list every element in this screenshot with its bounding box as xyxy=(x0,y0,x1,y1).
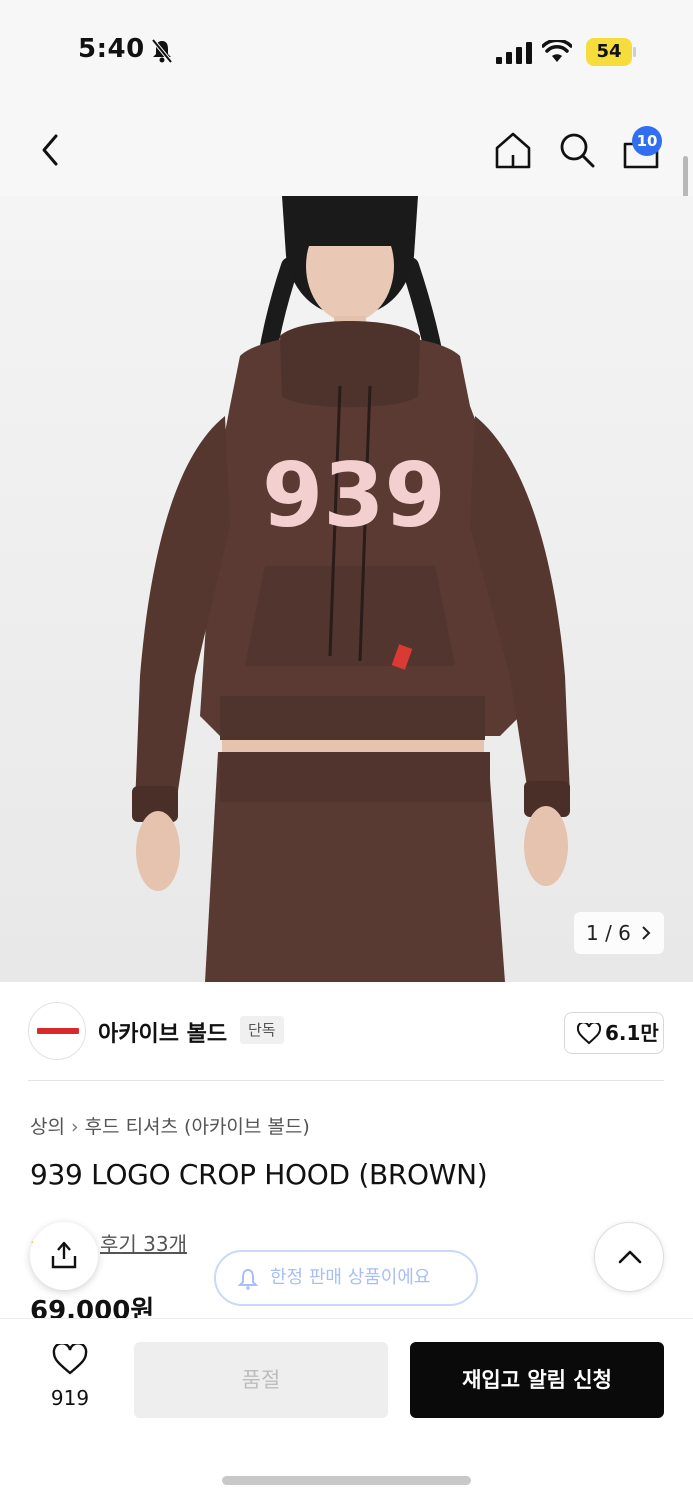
breadcrumb: 상의 › 후드 티셔츠 (아카이브 볼드) xyxy=(30,1112,310,1139)
brand-logo-mark xyxy=(37,1028,79,1034)
breadcrumb-subcategory[interactable]: 후드 티셔츠 (아카이브 볼드) xyxy=(85,1116,310,1138)
search-icon[interactable] xyxy=(558,130,596,170)
product-title: 939 LOGO CROP HOOD (BROWN) xyxy=(30,1158,488,1191)
breadcrumb-separator-icon: › xyxy=(70,1116,79,1138)
soldout-button[interactable]: 품절 xyxy=(134,1342,388,1418)
brand-name[interactable]: 아카이브 볼드 xyxy=(98,1016,227,1048)
home-indicator[interactable] xyxy=(222,1476,471,1485)
divider xyxy=(28,1080,664,1081)
brand-like-count: 6.1만 xyxy=(605,1021,659,1045)
brand-logo[interactable] xyxy=(28,1002,86,1060)
back-arrow-icon[interactable] xyxy=(34,130,66,170)
heart-icon xyxy=(52,1342,88,1375)
exclusive-badge: 단독 xyxy=(240,1016,284,1044)
home-icon[interactable] xyxy=(494,130,532,170)
product-image-carousel[interactable]: 939 xyxy=(0,196,693,982)
restock-alert-button[interactable]: 재입고 알림 신청 xyxy=(410,1342,664,1418)
status-bar: 5:40 54 xyxy=(0,0,693,100)
brand-row[interactable]: 아카이브 볼드 단독 6.1만 xyxy=(0,982,693,1082)
bell-icon xyxy=(238,1268,258,1290)
bell-muted-icon xyxy=(151,38,173,64)
review-link[interactable]: 후기 33개 xyxy=(100,1228,187,1257)
battery-indicator: 54 xyxy=(586,38,632,66)
scroll-top-button[interactable] xyxy=(594,1222,664,1292)
cart-count-badge: 10 xyxy=(632,126,662,156)
share-icon xyxy=(51,1241,77,1269)
product-photo: 939 xyxy=(0,196,693,982)
wifi-icon xyxy=(542,40,572,62)
hoodie-print: 939 xyxy=(262,444,446,547)
brand-like-button[interactable]: 6.1만 xyxy=(564,1012,664,1054)
limited-sale-notice: 한정 판매 상품이에요 xyxy=(214,1250,478,1306)
share-button[interactable] xyxy=(30,1222,98,1290)
status-time: 5:40 xyxy=(78,34,145,64)
chevron-right-icon xyxy=(642,926,651,940)
battery-cap xyxy=(633,47,636,57)
heart-icon xyxy=(577,1023,601,1045)
wishlist-count: 919 xyxy=(50,1386,90,1410)
image-counter[interactable]: 1 / 6 xyxy=(574,912,664,954)
cellular-signal-icon xyxy=(496,42,532,64)
breadcrumb-category[interactable]: 상의 xyxy=(30,1116,65,1138)
image-counter-text: 1 / 6 xyxy=(586,921,631,945)
chevron-up-icon xyxy=(618,1250,642,1264)
top-nav-bar xyxy=(0,100,693,196)
limited-sale-text: 한정 판매 상품이에요 xyxy=(270,1267,431,1288)
